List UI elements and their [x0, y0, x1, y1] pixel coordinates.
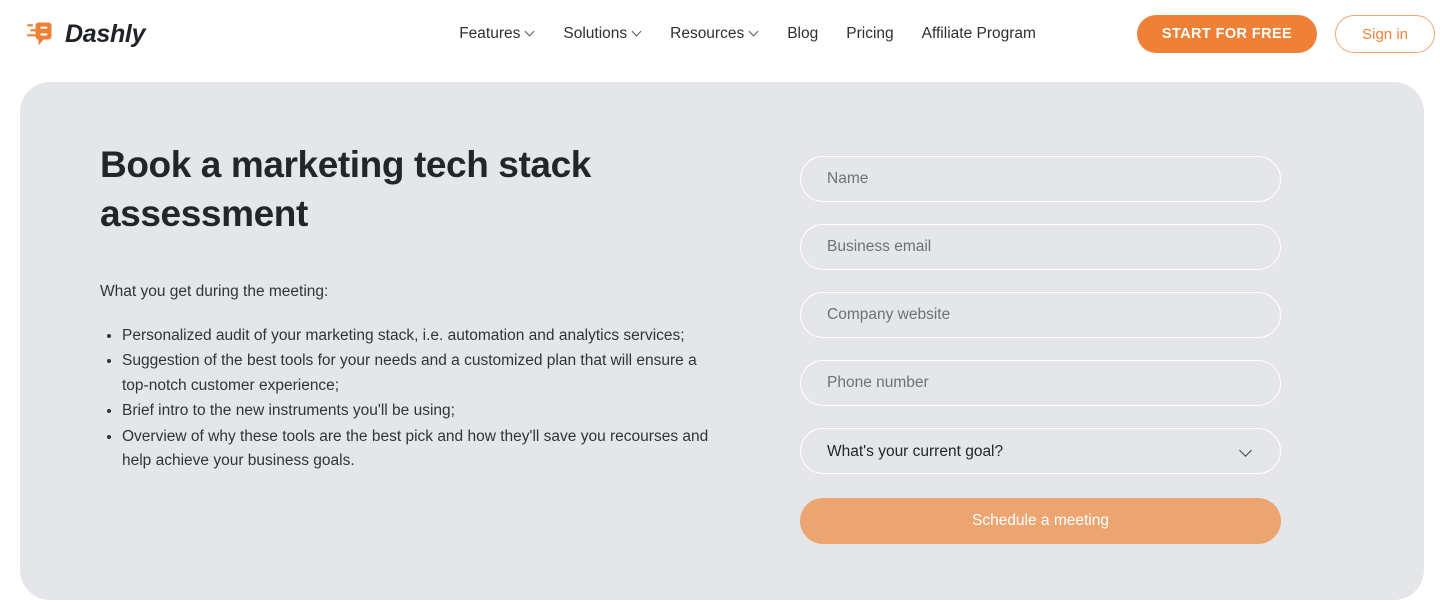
hero-panel: Book a marketing tech stack assessment W… — [20, 82, 1424, 600]
nav-label: Solutions — [563, 25, 628, 42]
site-header: Dashly Features Solutions Resources Blog… — [0, 0, 1440, 68]
list-item: Overview of why these tools are the best… — [122, 425, 725, 474]
logo-text: Dashly — [65, 19, 146, 48]
page-title: Book a marketing tech stack assessment — [100, 144, 591, 235]
current-goal-select[interactable]: What's your current goal? — [800, 428, 1281, 474]
lead-capture-form: What's your current goal? Schedule a mee… — [800, 156, 1281, 544]
benefits-list: Personalized audit of your marketing sta… — [100, 324, 725, 474]
hero-content: Book a marketing tech stack assessment W… — [20, 82, 780, 600]
nav-item-features[interactable]: Features — [445, 19, 549, 49]
business-email-field-wrapper — [800, 224, 1281, 270]
list-item: Suggestion of the best tools for your ne… — [122, 349, 725, 398]
nav-item-affiliate-program[interactable]: Affiliate Program — [908, 19, 1050, 49]
nav-label: Pricing — [846, 25, 894, 42]
hero-intro: What you get during the meeting: — [100, 283, 329, 301]
nav-item-blog[interactable]: Blog — [773, 19, 832, 49]
list-item: Brief intro to the new instruments you'l… — [122, 399, 725, 423]
list-item: Personalized audit of your marketing sta… — [122, 324, 725, 348]
logo[interactable]: Dashly — [26, 20, 145, 49]
nav-item-pricing[interactable]: Pricing — [832, 19, 907, 49]
phone-number-input[interactable] — [800, 360, 1281, 406]
business-email-input[interactable] — [800, 224, 1281, 270]
nav-label: Affiliate Program — [921, 25, 1036, 42]
phone-number-field-wrapper — [800, 360, 1281, 406]
company-website-input[interactable] — [800, 292, 1281, 338]
name-input[interactable] — [800, 156, 1281, 202]
company-website-field-wrapper — [800, 292, 1281, 338]
chevron-down-icon — [526, 28, 535, 37]
nav-item-solutions[interactable]: Solutions — [549, 19, 656, 49]
main-navigation: Features Solutions Resources Blog Pricin… — [445, 19, 1050, 49]
current-goal-field-wrapper: What's your current goal? — [800, 428, 1281, 474]
nav-label: Resources — [670, 25, 745, 42]
sign-in-button[interactable]: Sign in — [1335, 15, 1435, 53]
start-for-free-button[interactable]: START FOR FREE — [1136, 15, 1318, 53]
dashly-speech-bubble-icon — [27, 22, 52, 46]
chevron-down-icon — [633, 28, 642, 37]
nav-item-resources[interactable]: Resources — [656, 19, 773, 49]
chevron-down-icon — [750, 28, 759, 37]
hero-form-column: What's your current goal? Schedule a mee… — [780, 82, 1424, 600]
nav-label: Blog — [787, 25, 819, 42]
schedule-a-meeting-button[interactable]: Schedule a meeting — [800, 498, 1281, 544]
header-actions: START FOR FREE Sign in — [1136, 15, 1435, 53]
nav-label: Features — [459, 25, 521, 42]
name-field-wrapper — [800, 156, 1281, 202]
